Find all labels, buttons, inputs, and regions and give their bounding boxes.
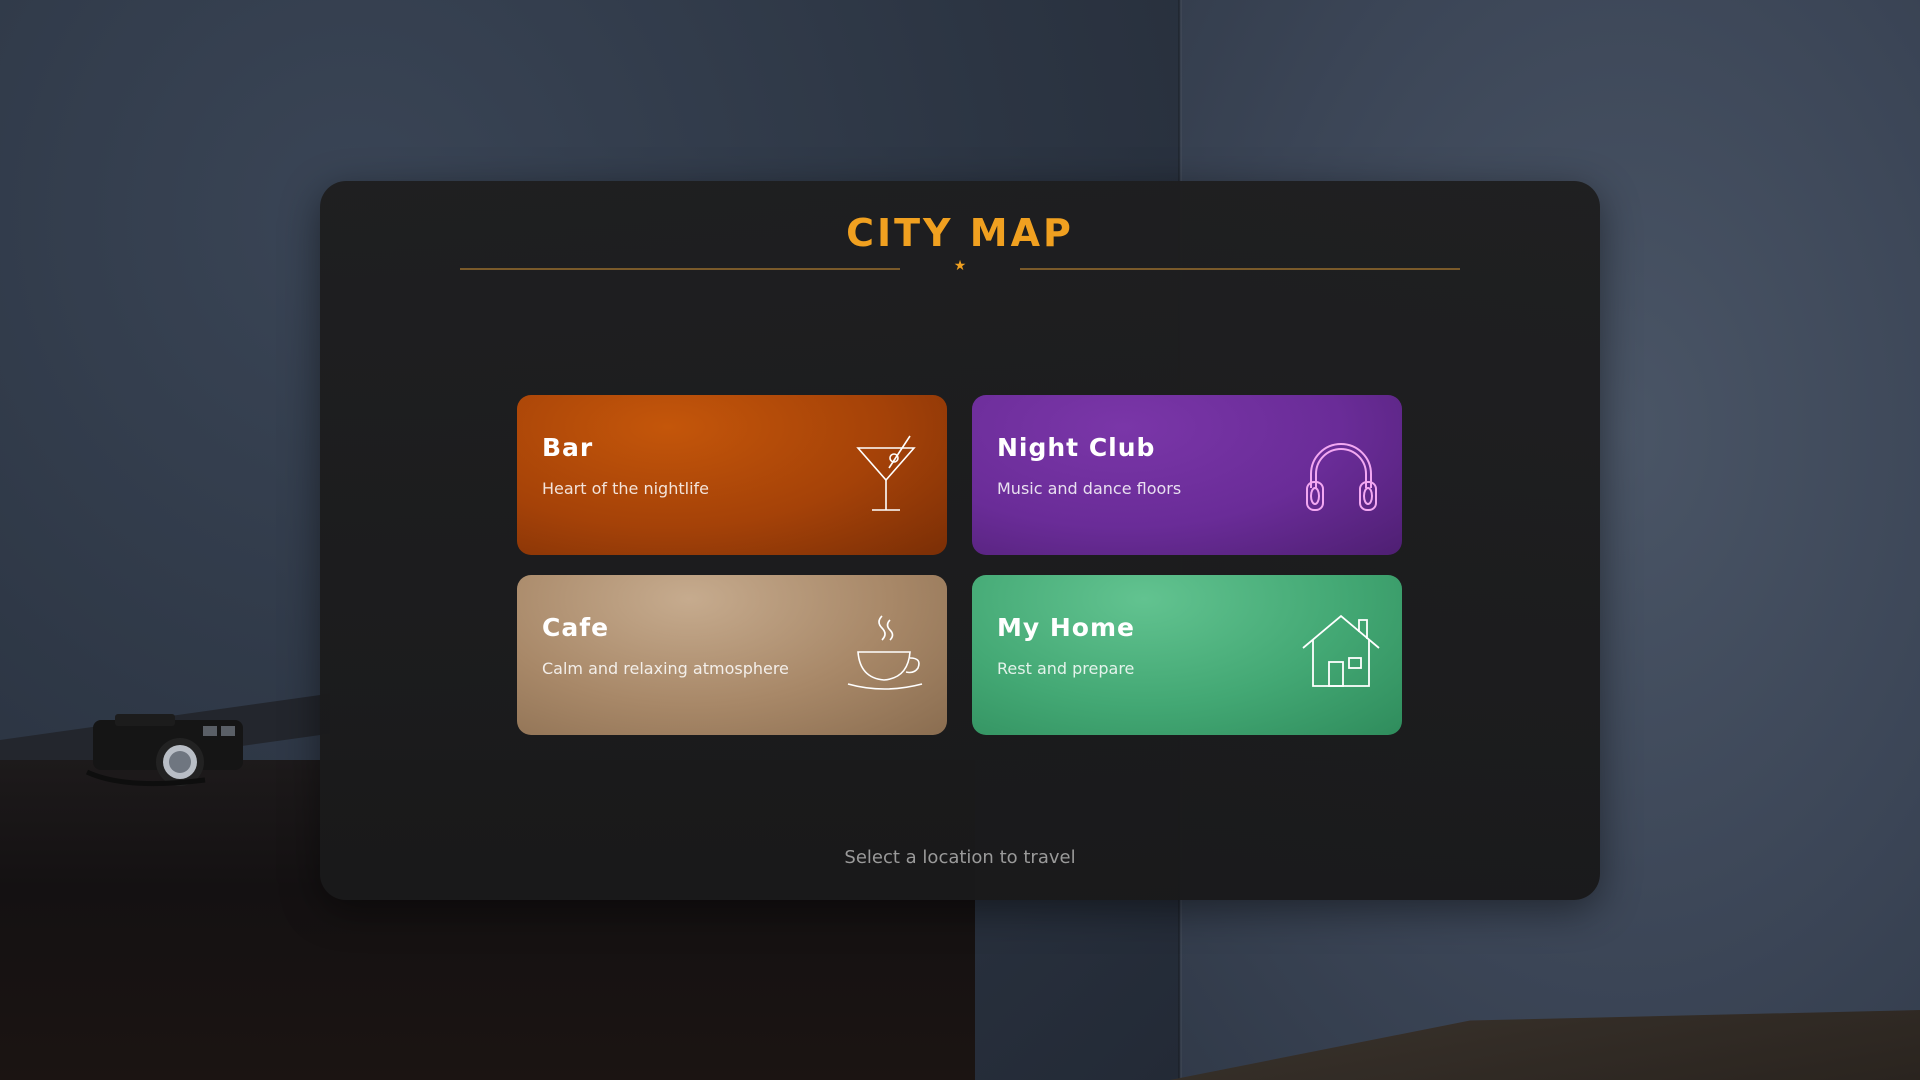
house-icon xyxy=(1302,614,1380,687)
location-card-my-home[interactable]: My Home Rest and prepare xyxy=(972,575,1402,735)
star-icon: ★ xyxy=(953,258,967,274)
title-divider-right xyxy=(1020,268,1460,270)
location-description: Rest and prepare xyxy=(997,659,1135,678)
location-card-bar[interactable]: Bar Heart of the nightlife xyxy=(517,395,947,555)
location-description: Heart of the nightlife xyxy=(542,479,709,498)
coffee-cup-icon xyxy=(847,615,923,690)
location-card-night-club[interactable]: Night Club Music and dance floors xyxy=(972,395,1402,555)
location-card-cafe[interactable]: Cafe Calm and relaxing atmosphere xyxy=(517,575,947,735)
location-name: My Home xyxy=(997,613,1135,642)
title-divider-left xyxy=(460,268,900,270)
location-description: Music and dance floors xyxy=(997,479,1182,498)
location-description: Calm and relaxing atmosphere xyxy=(542,659,789,678)
game-scene-background: CITY MAP ★ Bar Heart of the nightlife Ni… xyxy=(0,0,1920,1080)
city-map-panel: CITY MAP ★ Bar Heart of the nightlife Ni… xyxy=(320,181,1600,900)
cocktail-icon xyxy=(856,435,916,511)
location-name: Bar xyxy=(542,433,594,462)
location-name: Night Club xyxy=(997,433,1156,462)
camera-prop xyxy=(85,714,243,787)
panel-title: CITY MAP xyxy=(846,211,1074,255)
headphones-icon xyxy=(1306,443,1377,511)
travel-hint: Select a location to travel xyxy=(844,847,1076,868)
location-name: Cafe xyxy=(542,613,610,642)
